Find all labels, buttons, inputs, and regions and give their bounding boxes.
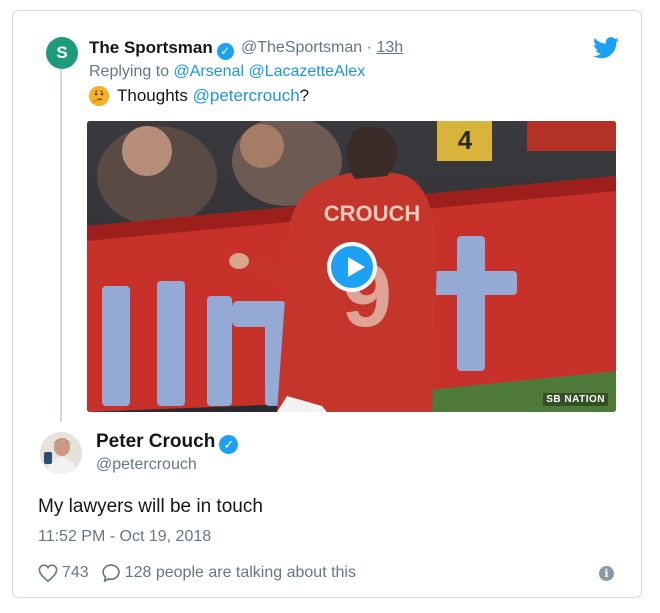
- replying-to: Replying to @Arsenal @LacazetteAlex: [89, 63, 365, 81]
- verified-icon: ✓: [216, 43, 234, 60]
- heart-icon[interactable]: [38, 564, 58, 582]
- tweet-actions: 743 128 people are talking about this: [38, 563, 368, 583]
- like-count[interactable]: 743: [62, 564, 89, 582]
- peter-crouch-avatar[interactable]: [40, 432, 82, 474]
- sportsman-avatar[interactable]: S: [46, 37, 78, 69]
- reply-tweet-text: Thoughts @petercrouch?: [89, 86, 309, 106]
- peter-crouch-handle[interactable]: @petercrouch: [96, 456, 197, 474]
- shirt-name: CROUCH: [324, 201, 421, 226]
- separator-dot: ·: [366, 39, 372, 56]
- sportsman-name-row[interactable]: The Sportsman ✓: [89, 38, 234, 60]
- peter-crouch-name-row[interactable]: Peter Crouch ✓: [96, 431, 239, 454]
- comments-link[interactable]: 128 people are talking about this: [125, 564, 356, 582]
- sbnation-watermark: SB NATION: [543, 393, 608, 406]
- verified-icon: ✓: [219, 435, 239, 454]
- mention-petercrouch[interactable]: @petercrouch: [193, 86, 300, 106]
- tweet-text: My lawyers will be in touch: [38, 496, 263, 517]
- thoughts-word: Thoughts: [117, 86, 188, 105]
- mention-lacazette[interactable]: @LacazetteAlex: [248, 63, 365, 80]
- question-mark: ?: [299, 86, 310, 105]
- twitter-bird-icon[interactable]: [593, 37, 619, 59]
- thread-connector: [60, 62, 62, 422]
- mention-arsenal[interactable]: @Arsenal: [174, 63, 245, 80]
- board-number: 4: [458, 125, 473, 155]
- sportsman-name[interactable]: The Sportsman: [89, 38, 213, 57]
- avatar-letter: S: [56, 43, 68, 62]
- thinking-face-icon: [89, 86, 109, 106]
- sportsman-handle[interactable]: @TheSportsman: [241, 39, 362, 56]
- replying-prefix: Replying to: [89, 63, 170, 80]
- info-icon[interactable]: i: [599, 566, 614, 581]
- comment-icon[interactable]: [101, 563, 121, 583]
- peter-crouch-name[interactable]: Peter Crouch: [96, 431, 215, 452]
- tweet-timestamp[interactable]: 11:52 PM - Oct 19, 2018: [38, 528, 211, 546]
- sportsman-handle-row: @TheSportsman · 13h: [241, 39, 403, 57]
- tweet-time[interactable]: 13h: [376, 39, 403, 56]
- play-icon[interactable]: [327, 242, 377, 292]
